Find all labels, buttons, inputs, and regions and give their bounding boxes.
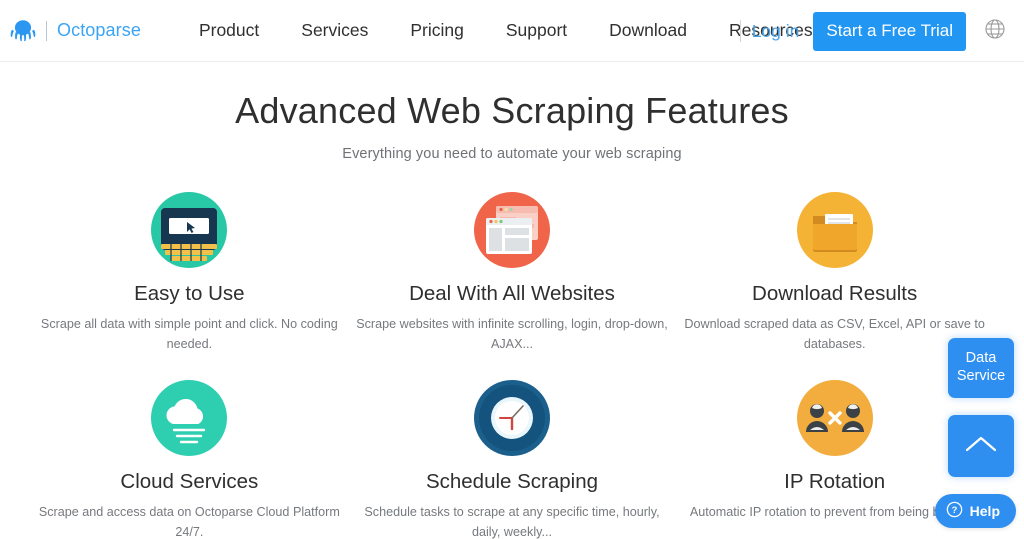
feature-title: Cloud Services xyxy=(120,470,259,494)
scroll-to-top-button[interactable] xyxy=(948,415,1014,477)
feature-title: Deal With All Websites xyxy=(409,282,615,305)
question-circle-icon: ? xyxy=(946,501,963,521)
feature-card-deal-with-all-websites: Deal With All Websites Scrape websites w… xyxy=(351,182,674,354)
nav-links: Product Services Pricing Support Downloa… xyxy=(178,20,834,41)
data-service-line2: Service xyxy=(956,368,1006,384)
chevron-up-icon xyxy=(964,433,998,460)
nav-item-download[interactable]: Download xyxy=(588,20,708,41)
start-free-trial-button[interactable]: Start a Free Trial xyxy=(813,11,966,51)
nav-right-group: Log in Start a Free Trial xyxy=(739,0,1024,62)
feature-description: Scrape and access data on Octoparse Clou… xyxy=(38,505,340,539)
nav-item-services[interactable]: Services xyxy=(280,20,389,41)
brand-name: Octoparse xyxy=(57,20,141,40)
nav-separator xyxy=(739,20,741,42)
feature-title: Schedule Scraping xyxy=(425,470,599,494)
svg-text:?: ? xyxy=(951,505,957,515)
help-label: Help xyxy=(969,503,1000,519)
laptop-point-click-icon xyxy=(28,182,351,278)
browser-windows-icon xyxy=(351,182,674,278)
folder-documents-icon xyxy=(673,182,996,278)
nav-item-product[interactable]: Product xyxy=(178,20,280,41)
feature-title: Easy to Use xyxy=(134,282,245,305)
floating-widget-stack: Data Service xyxy=(948,338,1014,477)
login-link[interactable]: Log in xyxy=(752,21,800,42)
language-globe-button[interactable] xyxy=(966,17,1024,46)
feature-title: Download Results xyxy=(752,282,918,305)
data-service-label: Data Service xyxy=(957,350,1005,385)
data-service-line1: Data xyxy=(965,350,997,367)
feature-description: Schedule tasks to scrape at any specific… xyxy=(364,505,660,539)
page-title: Advanced Web Scraping Features xyxy=(235,90,789,131)
top-navigation-bar: Octoparse Product Services Pricing Suppo… xyxy=(0,0,1024,62)
clock-icon xyxy=(351,370,674,466)
feature-card-cloud-services: Cloud Services Scrape and access data on… xyxy=(28,370,351,539)
data-service-button[interactable]: Data Service xyxy=(948,338,1014,398)
nav-item-pricing[interactable]: Pricing xyxy=(389,20,485,41)
hero-section: Advanced Web Scraping Features Everythin… xyxy=(0,62,1024,162)
help-button[interactable]: ? Help xyxy=(934,494,1016,528)
feature-card-download-results: Download Results Download scraped data a… xyxy=(673,182,996,354)
page-subtitle: Everything you need to automate your web… xyxy=(342,146,682,162)
globe-icon xyxy=(983,17,1007,46)
feature-description: Scrape websites with infinite scrolling,… xyxy=(356,317,668,351)
feature-description: Scrape all data with simple point and cl… xyxy=(40,317,338,351)
cloud-icon xyxy=(28,370,351,466)
nav-item-support[interactable]: Support xyxy=(485,20,588,41)
feature-card-easy-to-use: Easy to Use Scrape all data with simple … xyxy=(28,182,351,354)
feature-card-schedule-scraping: Schedule Scraping Schedule tasks to scra… xyxy=(351,370,674,539)
octopus-icon xyxy=(8,16,38,46)
brand-divider xyxy=(46,20,47,41)
brand-logo[interactable]: Octoparse xyxy=(8,16,141,46)
features-grid: Easy to Use Scrape all data with simple … xyxy=(0,182,1024,539)
